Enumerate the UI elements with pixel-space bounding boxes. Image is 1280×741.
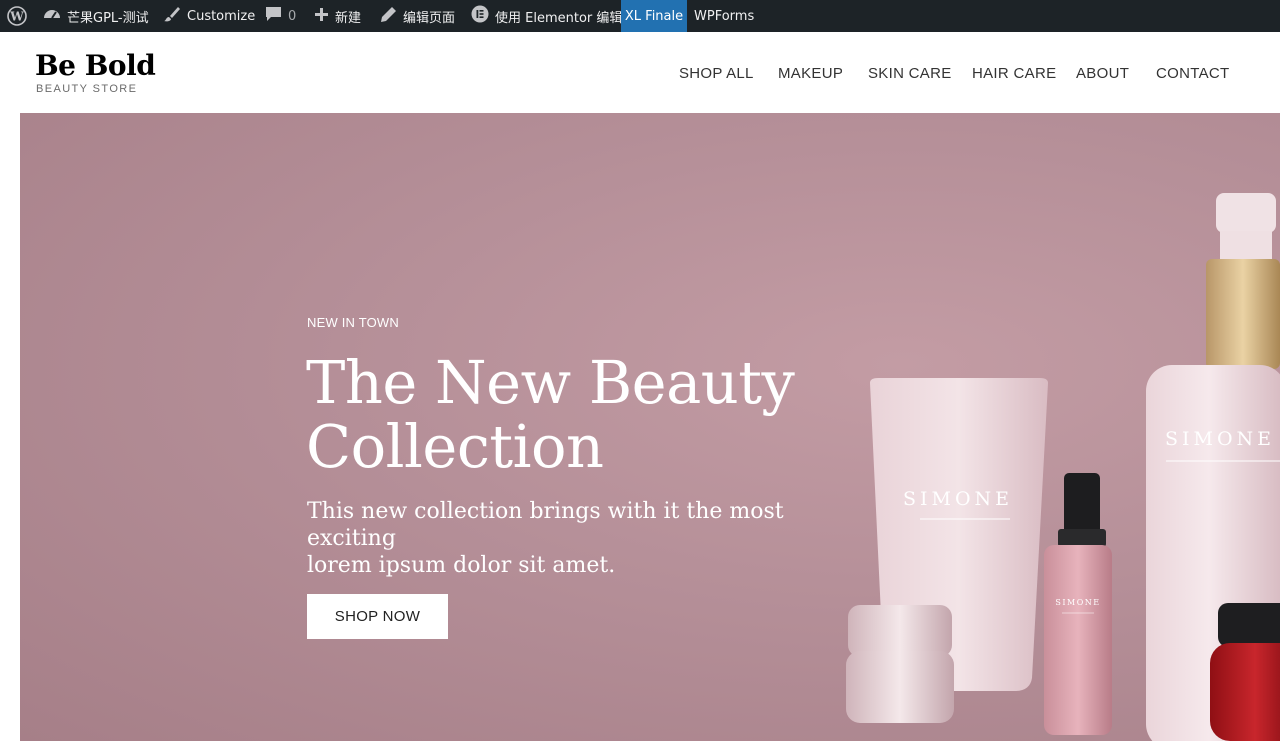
elementor-icon — [471, 5, 489, 27]
nav-hair-care[interactable]: HAIR CARE — [972, 65, 1056, 82]
hero-description-line1: This new collection brings with it the m… — [307, 499, 784, 551]
admin-bar-new[interactable]: 新建 — [314, 0, 361, 32]
admin-bar-xl-finale[interactable]: XL Finale — [621, 0, 687, 32]
hero-section: NEW IN TOWN The New Beauty Collection Th… — [20, 113, 1280, 741]
comments-count: 0 — [288, 8, 297, 24]
nav-shop-all[interactable]: SHOP ALL — [679, 65, 754, 82]
site-name-label: 芒果GPL-测试 — [67, 10, 149, 26]
nav-about[interactable]: ABOUT — [1076, 65, 1129, 82]
admin-bar-edit-page[interactable]: 编辑页面 — [380, 0, 455, 32]
admin-bar-wpforms[interactable]: WPForms — [694, 0, 754, 32]
admin-bar-site-name[interactable]: 芒果GPL-测试 — [43, 0, 149, 32]
hero-product-image: SIMONE SIMONE SIMONE — [846, 193, 1280, 741]
site-header: Be Bold BEAUTY STORE SHOP ALL MAKEUP SKI… — [0, 32, 1280, 113]
pencil-icon — [380, 6, 397, 27]
hero-description: This new collection brings with it the m… — [307, 498, 867, 579]
hero-title-line1: The New Beauty — [306, 348, 795, 417]
brush-icon — [163, 5, 181, 27]
new-label: 新建 — [335, 10, 362, 26]
customize-label: Customize — [187, 8, 256, 24]
wordpress-logo-icon[interactable]: W — [7, 0, 29, 32]
nav-skin-care[interactable]: SKIN CARE — [868, 65, 952, 82]
bottle-label: SIMONE — [1165, 428, 1275, 450]
dropper-label: SIMONE — [1055, 598, 1100, 607]
xl-finale-label: XL Finale — [624, 8, 684, 24]
dashboard-icon — [43, 6, 61, 26]
tube-label: SIMONE — [903, 488, 1013, 510]
edit-page-label: 编辑页面 — [403, 10, 456, 26]
admin-bar-customize[interactable]: Customize — [163, 0, 255, 32]
svg-text:W: W — [9, 10, 24, 24]
admin-bar-elementor[interactable]: 使用 Elementor 编辑 — [471, 0, 622, 32]
admin-bar-comments[interactable]: 0 — [265, 0, 296, 32]
hero-title-line2: Collection — [306, 412, 604, 481]
brand-subtitle: BEAUTY STORE — [36, 83, 138, 95]
hero-description-line2: lorem ipsum dolor sit amet. — [307, 553, 616, 578]
brand-title[interactable]: Be Bold — [35, 51, 156, 81]
nav-makeup[interactable]: MAKEUP — [778, 65, 843, 82]
comment-icon — [265, 6, 282, 26]
nav-contact[interactable]: CONTACT — [1156, 65, 1229, 82]
hero-eyebrow: NEW IN TOWN — [307, 315, 399, 330]
plus-icon — [314, 7, 329, 26]
hero-title: The New Beauty Collection — [306, 351, 866, 479]
shop-now-button[interactable]: SHOP NOW — [307, 594, 448, 639]
wpforms-label: WPForms — [694, 8, 755, 24]
admin-bar: W 芒果GPL-测试 Customize 0 新建 编辑页面 使用 Elemen… — [0, 0, 1280, 32]
elementor-edit-label: 使用 Elementor 编辑 — [495, 10, 623, 26]
